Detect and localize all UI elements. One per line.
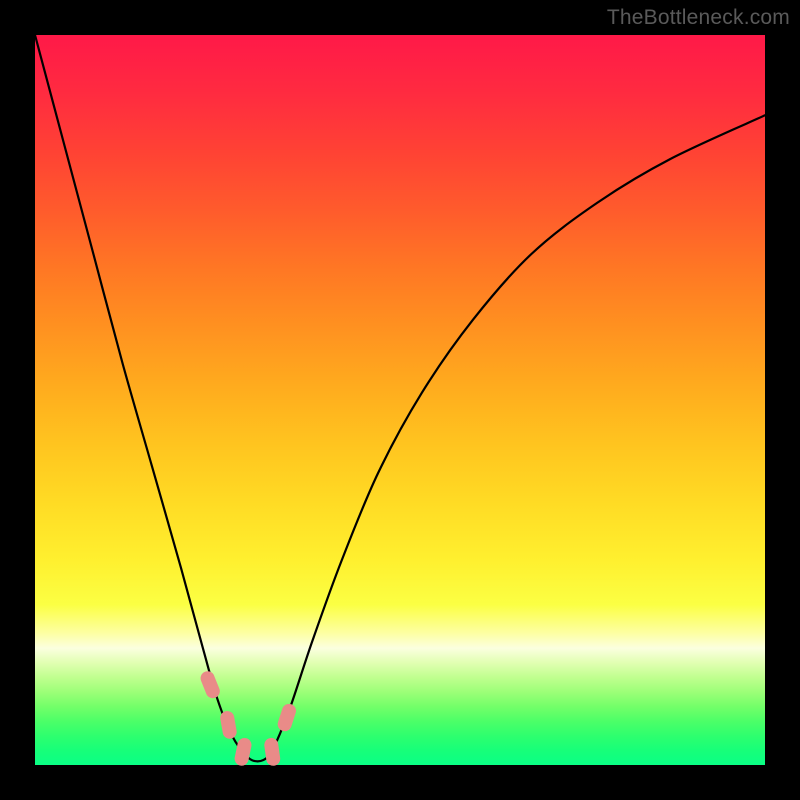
curve-marker (276, 702, 298, 733)
chart-svg (35, 35, 765, 765)
curve-marker (198, 669, 221, 700)
curve-marker (263, 737, 281, 767)
watermark-text: TheBottleneck.com (607, 6, 790, 30)
curve-marker (219, 710, 238, 740)
chart-frame: TheBottleneck.com (0, 0, 800, 800)
markers (198, 669, 297, 767)
bottleneck-curve (35, 35, 765, 761)
plot-area (35, 35, 765, 765)
